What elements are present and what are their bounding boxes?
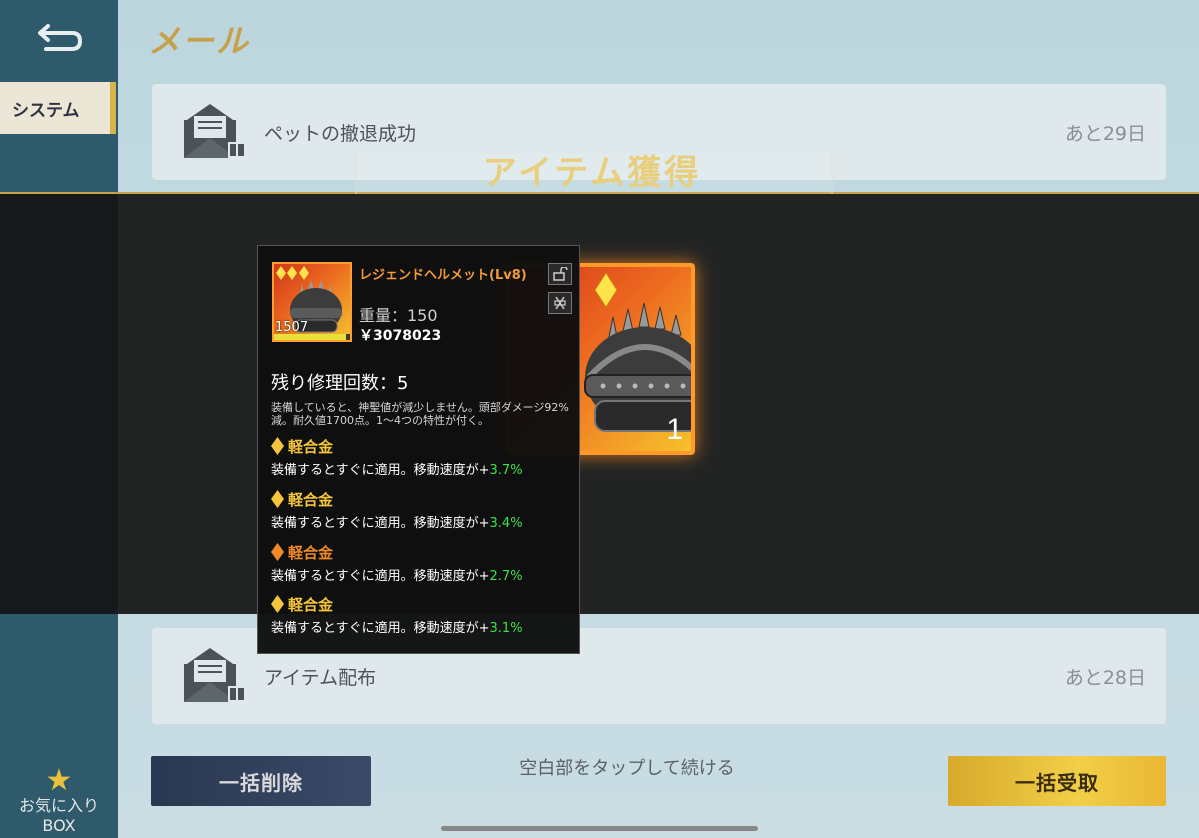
page-title: メール [148,22,251,60]
discard-button[interactable] [548,292,572,314]
trait-value: 3.1% [489,621,523,636]
trait-effect: 装備するとすぐに適用。移動速度が+ [271,569,490,584]
envelope-gift-icon [182,102,248,162]
mail-subject: ペットの撤退成功 [264,122,417,145]
discard-icon [554,296,566,310]
diamond-rarity-icon [271,437,284,455]
item-quantity: 1 [666,413,683,446]
trait-effect: 装備するとすぐに適用。移動速度が+ [271,621,490,636]
envelope-gift-icon [182,646,248,706]
item-weight: 重量：150 [359,306,438,325]
favorites-label: お気に入り [18,796,99,815]
item-name: レジェンドヘルメット(Lv8) [359,268,527,283]
receive-all-button[interactable]: 一括受取 [948,756,1166,806]
trait-value: 3.4% [489,516,523,531]
trait-effect: 装備するとすぐに適用。移動速度が+ [271,463,490,478]
trait-name: 軽合金 [288,543,334,562]
repair-count: 残り修理回数：5 [271,373,409,394]
item-thumb-number: 1507 [275,320,309,335]
trait-item: 軽合金 装備するとすぐに適用。移動速度が+2.7% [271,541,571,584]
favorites-box-button[interactable]: ★ お気に入り BOX [0,756,118,838]
lock-button[interactable] [548,263,572,285]
trait-name: 軽合金 [288,437,334,456]
item-tooltip: 1507 レジェンドヘルメット(Lv8) 重量：150 ￥3078023 残り修… [257,245,580,654]
trait-item: 軽合金 装備するとすぐに適用。移動速度が+3.1% [271,593,571,636]
delete-all-button[interactable]: 一括削除 [151,756,371,806]
mail-subject: アイテム配布 [264,666,377,689]
back-arrow-icon [38,24,83,51]
item-price: ￥3078023 [359,328,442,344]
item-thumbnail: 1507 [272,262,352,342]
durability-bar [274,334,350,340]
item-description: 装備していると、神聖値が減少しません。頭部ダメージ92%減。耐久値1700点。1… [271,401,569,427]
trait-value: 3.7% [489,463,523,478]
trait-item: 軽合金 装備するとすぐに適用。移動速度が+3.7% [271,435,571,478]
tab-system[interactable]: システム [0,82,116,134]
item-acquired-title: アイテム獲得 [355,150,833,194]
tab-system-label: システム [12,100,80,121]
receive-all-label: 一括受取 [1015,770,1099,795]
mail-expiry: あと29日 [1064,122,1146,145]
item-acquired-title-text: アイテム獲得 [482,153,702,193]
home-indicator[interactable] [441,826,758,831]
trait-name: 軽合金 [288,595,334,614]
back-button[interactable] [28,14,92,62]
trait-value: 2.7% [489,569,523,584]
diamond-rarity-icon [271,595,284,613]
trait-item: 軽合金 装備するとすぐに適用。移動速度が+3.4% [271,488,571,531]
favorites-box-label: BOX [42,816,76,835]
diamond-rarity-icon [271,490,284,508]
durability-bar-fill [274,334,347,340]
trait-name: 軽合金 [288,490,334,509]
trait-effect: 装備するとすぐに適用。移動速度が+ [271,516,490,531]
tap-to-continue-hint: 空白部をタップして続ける [519,758,735,779]
lock-icon [553,267,568,281]
delete-all-label: 一括削除 [219,770,303,795]
diamond-rarity-icon [271,543,284,561]
mail-expiry: あと28日 [1064,666,1146,689]
